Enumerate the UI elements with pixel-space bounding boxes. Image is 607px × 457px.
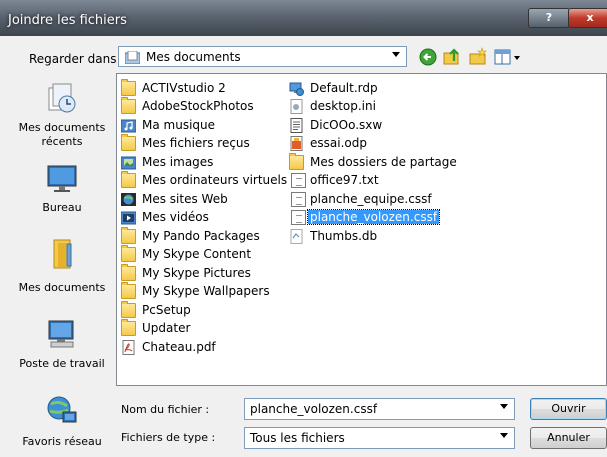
file-icon	[291, 210, 306, 225]
place-computer[interactable]: Poste de travail	[15, 318, 109, 371]
rdp-file-icon	[289, 82, 304, 96]
filename-input[interactable]: planche_volozen.cssf	[244, 398, 515, 420]
item-name: My Pando Packages	[142, 229, 260, 243]
video-folder-icon	[121, 211, 136, 225]
folder-icon	[121, 301, 136, 318]
filetype-label: Fichiers de type :	[121, 431, 216, 444]
web-folder-icon	[121, 193, 136, 206]
item-name: PcSetup	[142, 303, 191, 317]
filetype-value: Tous les fichiers	[250, 431, 345, 445]
item-name: Mes images	[142, 155, 214, 169]
my-documents-small-icon	[125, 51, 140, 64]
recent-documents-icon	[48, 83, 76, 113]
place-label: Mes documents	[18, 281, 106, 294]
filetype-dropdown[interactable]: Tous les fichiers	[244, 427, 515, 449]
folder-icon	[121, 319, 136, 336]
item-name: essai.odp	[310, 136, 367, 150]
file-icon	[291, 173, 306, 188]
item-name: planche_volozen.cssf	[306, 209, 441, 225]
places-bar: Mes documents récents Bureau Mes documen…	[15, 72, 109, 457]
new-folder-icon[interactable]	[468, 47, 488, 67]
item-name: Mes vidéos	[142, 210, 209, 224]
chevron-down-icon[interactable]	[500, 433, 508, 438]
look-in-value: Mes documents	[146, 50, 241, 64]
item-name: Chateau.pdf	[142, 340, 216, 354]
filename-label: Nom du fichier :	[121, 403, 210, 416]
item-name: Ma musique	[142, 118, 216, 132]
item-name: Default.rdp	[310, 81, 378, 95]
folder-icon	[121, 79, 136, 96]
presentation-file-icon	[290, 136, 303, 151]
place-label: Bureau	[42, 201, 82, 214]
chevron-down-icon[interactable]	[392, 52, 400, 57]
computer-icon	[48, 320, 74, 348]
thumbs-db-icon	[290, 229, 303, 244]
place-desktop[interactable]: Bureau	[15, 164, 109, 215]
item-name: Mes dossiers de partage	[310, 155, 457, 169]
help-button[interactable]: ?	[528, 8, 570, 28]
pdf-file-icon	[122, 340, 135, 355]
window-title: Joindre les fichiers	[8, 13, 127, 28]
folder-icon	[121, 264, 136, 281]
place-recent-documents[interactable]: Mes documents récents	[15, 82, 109, 149]
back-green-icon[interactable]	[418, 47, 438, 67]
chevron-down-icon[interactable]	[500, 404, 508, 409]
folder-icon	[121, 134, 136, 151]
open-button[interactable]: Ouvrir	[530, 398, 607, 420]
title-bar[interactable]: Joindre les fichiers ? x	[0, 0, 607, 36]
item-name: Mes fichiers reçus	[142, 136, 250, 150]
item-name: Mes sites Web	[142, 192, 228, 206]
folder-icon	[121, 282, 136, 299]
my-documents-icon	[53, 239, 72, 269]
views-menu-icon[interactable]	[493, 47, 523, 67]
folder-icon	[289, 153, 304, 170]
item-name: My Skype Pictures	[142, 266, 251, 280]
folder-icon	[121, 171, 136, 188]
item-name: My Skype Content	[142, 247, 252, 261]
item-name: DicOOo.sxw	[310, 118, 383, 132]
music-folder-icon	[121, 119, 136, 133]
folder-icon	[121, 97, 136, 114]
file-icon	[291, 192, 306, 207]
place-network[interactable]: Favoris réseau	[15, 394, 109, 449]
look-in-dropdown[interactable]: Mes documents	[118, 46, 407, 67]
item-name: My Skype Wallpapers	[142, 284, 270, 298]
item-name: office97.txt	[310, 173, 379, 187]
filename-value: planche_volozen.cssf	[250, 402, 378, 416]
settings-file-icon	[290, 99, 303, 114]
place-label: Poste de travail	[19, 357, 105, 370]
text-document-icon	[290, 118, 303, 133]
up-folder-icon[interactable]	[442, 47, 462, 67]
item-name: desktop.ini	[310, 99, 376, 113]
item-name: AdobeStockPhotos	[142, 99, 254, 113]
network-icon	[47, 396, 77, 423]
file-list[interactable]: ACTIVstudio 2 AdobeStockPhotos Ma musiqu…	[116, 73, 607, 386]
item-name: planche_equipe.cssf	[310, 192, 432, 206]
folder-icon	[121, 245, 136, 262]
close-button[interactable]: x	[568, 8, 607, 28]
item-name: Mes ordinateurs virtuels	[142, 173, 288, 187]
item-name: ACTIVstudio 2	[142, 81, 226, 95]
item-name: Updater	[142, 321, 191, 335]
pictures-folder-icon	[121, 156, 136, 170]
cancel-button[interactable]: Annuler	[530, 427, 607, 449]
desktop-icon	[47, 165, 77, 192]
place-label: Favoris réseau	[22, 435, 102, 448]
look-in-label: Regarder dans :	[29, 52, 125, 66]
open-file-dialog: Joindre les fichiers ? x Regarder dans :…	[0, 0, 607, 457]
folder-icon	[121, 227, 136, 244]
place-label: Mes documents récents	[18, 121, 106, 148]
item-name: Thumbs.db	[310, 229, 378, 243]
place-my-documents[interactable]: Mes documents	[15, 238, 109, 295]
